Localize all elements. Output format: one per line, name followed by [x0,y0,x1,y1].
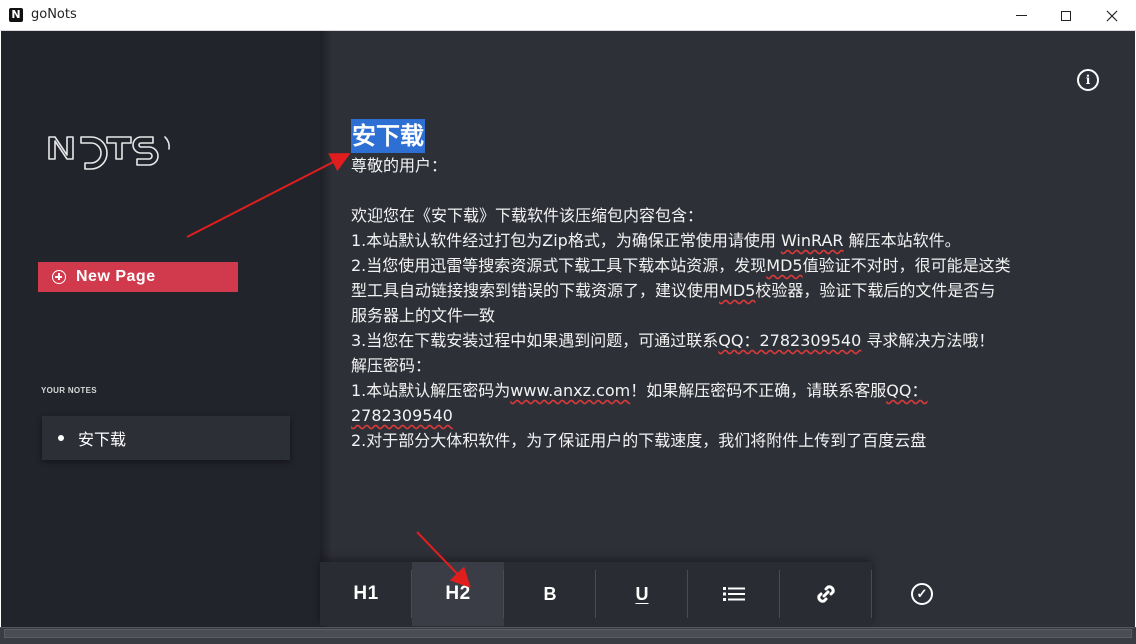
list-icon [723,587,745,601]
minimize-button[interactable] [998,0,1044,31]
qq-number: QQ：2782309540 [718,331,862,350]
line-5: 2.对于部分大体积软件，为了保证用户的下载速度，我们将附件上传到了百度云盘 [351,431,927,450]
close-icon [1106,10,1118,21]
winrar-word: WinRAR [780,231,844,250]
md5-word: MD5 [766,256,803,275]
nots-logo-icon [48,136,170,170]
line-4-text: 1.本站默认解压密码为 [351,381,511,400]
app-logo-icon: N [9,8,23,22]
bullet-icon [58,435,64,441]
underline-button[interactable]: U [596,562,688,626]
md5-word-2: MD5 [719,281,756,300]
sidebar: New Page YOUR NOTES 安下载 [1,31,320,627]
format-toolbar: H1 H2 B U [320,562,872,626]
list-button[interactable] [688,562,780,626]
line-4: 1.本站默认解压密码为www.anxz.com！如果解压密码不正确，请联系客服Q… [351,378,1011,428]
line-1-tail: 解压本站软件。 [848,231,961,250]
note-list-item[interactable]: 安下载 [42,416,290,460]
note-editor[interactable]: 安下载 尊敬的用户： 欢迎您在《安下载》下载软件该压缩包内容包含： 1.本站默认… [351,119,1011,453]
new-page-label: New Page [76,268,156,285]
site-url: www.anxz.com [510,381,631,400]
line-3: 3.当您在下载安装过程中如果遇到问题，可通过联系QQ：2782309540 寻求… [351,328,1011,353]
intro-line: 欢迎您在《安下载》下载软件该压缩包内容包含： [351,206,704,225]
maximize-icon [1061,10,1071,21]
bold-button[interactable]: B [504,562,596,626]
link-icon [817,585,835,603]
brand-logo [45,127,185,191]
plus-circle-icon [52,270,66,284]
new-page-button[interactable]: New Page [38,262,238,292]
info-icon[interactable]: i [1077,69,1099,91]
line-4-mid: ！如果解压密码不正确，请联系客服 [630,381,887,400]
your-notes-heading: YOUR NOTES [41,386,97,395]
link-button[interactable] [780,562,872,626]
line-2-text: 2.当您使用迅雷等搜索资源式下载工具下载本站资源，发现 [351,256,767,275]
done-button[interactable]: ✓ [872,562,972,626]
line-1: 1.本站默认软件经过打包为Zip格式，为确保正常使用请使用 WinRAR 解压本… [351,228,1011,253]
window-title: goNots [31,7,77,22]
line-2: 2.当您使用迅雷等搜索资源式下载工具下载本站资源，发现MD5值验证不对时，很可能… [351,253,1011,328]
minimize-icon [1015,15,1027,16]
line-3-text: 3.当您在下载安装过程中如果遇到问题，可通过联系 [351,331,719,350]
close-button[interactable] [1089,0,1135,31]
maximize-button[interactable] [1043,0,1089,31]
note-item-label: 安下载 [78,430,127,449]
greeting-line: 尊敬的用户： [351,156,448,175]
line-3-tail: 寻求解决方法哦！ [866,331,995,350]
h1-button[interactable]: H1 [320,562,412,626]
title-bar: N goNots [0,0,1136,31]
check-circle-icon: ✓ [911,583,933,605]
password-heading: 解压密码： [351,356,432,375]
note-heading: 安下载 [351,119,425,153]
h2-button[interactable]: H2 [412,562,504,626]
horizontal-scrollbar[interactable] [4,629,1132,638]
panel-shadow [320,31,332,627]
main-panel: i 安下载 尊敬的用户： 欢迎您在《安下载》下载软件该压缩包内容包含： 1.本站… [320,31,1135,627]
line-1-text: 1.本站默认软件经过打包为Zip格式，为确保正常使用请使用 [351,231,776,250]
